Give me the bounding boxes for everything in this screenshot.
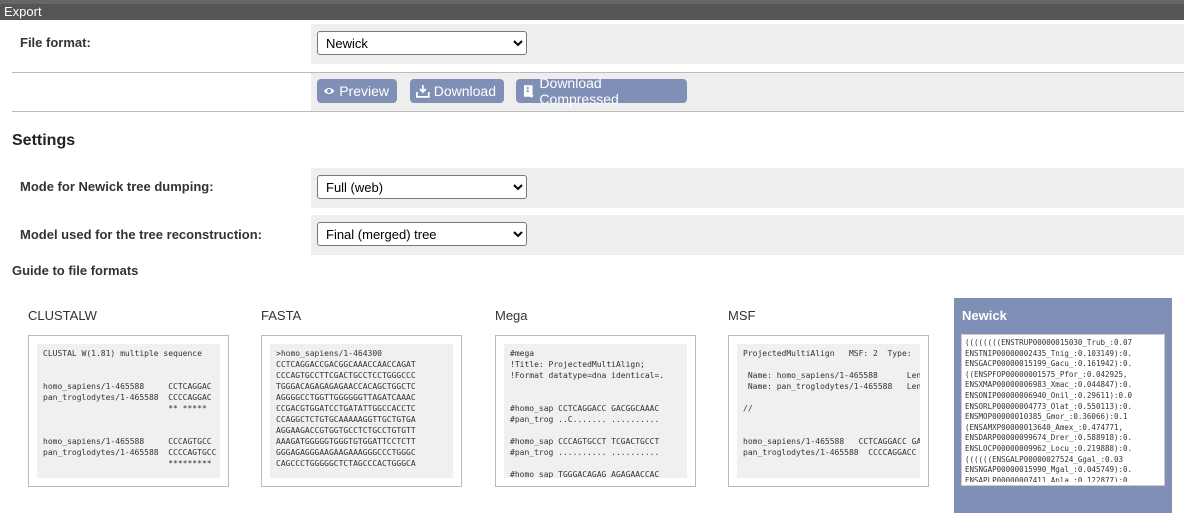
format-card-mega[interactable]: #mega !Title: ProjectedMultiAlign; !Form…: [495, 335, 696, 487]
format-sample-fasta: >homo_sapiens/1-464300 CCTCAGGACCGACGGCA…: [270, 344, 453, 478]
preview-button[interactable]: Preview: [317, 79, 397, 103]
format-card-clustalw[interactable]: CLUSTAL W(1.81) multiple sequence homo_s…: [28, 335, 229, 487]
window-title: Export: [4, 4, 42, 19]
mode-select[interactable]: Full (web): [317, 175, 527, 199]
format-label-newick[interactable]: Newick: [962, 308, 1007, 323]
format-sample-mega: #mega !Title: ProjectedMultiAlign; !Form…: [504, 344, 687, 478]
format-label-fasta[interactable]: FASTA: [261, 308, 301, 323]
format-card-newick[interactable]: ((((((((ENSTRUP00000015030_Trub_:0.07 EN…: [961, 334, 1165, 486]
file-format-label: File format:: [20, 35, 91, 50]
compressed-download-icon: [523, 85, 534, 98]
format-label-msf[interactable]: MSF: [728, 308, 755, 323]
mode-label: Mode for Newick tree dumping:: [20, 179, 214, 194]
download-compressed-button[interactable]: Download Compressed: [516, 75, 687, 107]
format-label-clustalw[interactable]: CLUSTALW: [28, 308, 97, 323]
eye-icon: [323, 87, 335, 95]
download-icon: [416, 85, 430, 98]
window-title-bar: Export: [0, 0, 1184, 20]
format-label-mega[interactable]: Mega: [495, 308, 528, 323]
preview-button-label: Preview: [339, 83, 389, 99]
settings-title: Settings: [12, 132, 76, 149]
guide-title: Guide to file formats: [12, 263, 139, 278]
divider: [12, 111, 1184, 112]
download-compressed-button-label: Download Compressed: [539, 75, 619, 107]
file-format-select[interactable]: Newick: [317, 31, 527, 55]
format-sample-msf: ProjectedMultiAlign MSF: 2 Type: Name: h…: [737, 344, 920, 478]
download-button[interactable]: Download: [410, 79, 504, 103]
format-card-msf[interactable]: ProjectedMultiAlign MSF: 2 Type: Name: h…: [728, 335, 929, 487]
download-button-label: Download: [433, 83, 496, 99]
model-label: Model used for the tree reconstruction:: [20, 227, 262, 242]
format-sample-newick: ((((((((ENSTRUP00000015030_Trub_:0.07 EN…: [965, 338, 1133, 482]
format-sample-clustalw: CLUSTAL W(1.81) multiple sequence homo_s…: [37, 344, 220, 478]
format-card-fasta[interactable]: >homo_sapiens/1-464300 CCTCAGGACCGACGGCA…: [261, 335, 462, 487]
model-select[interactable]: Final (merged) tree: [317, 222, 527, 246]
